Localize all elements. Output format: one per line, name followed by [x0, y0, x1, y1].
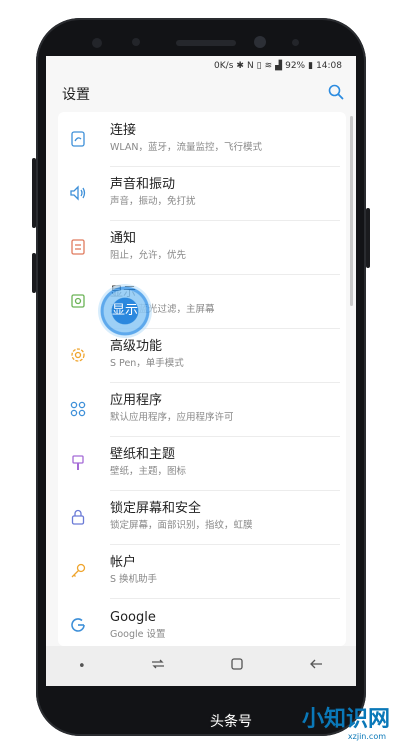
advanced-features-icon [66, 343, 90, 367]
item-title: 壁纸和主题 [110, 447, 176, 462]
iris-sensor [132, 38, 140, 46]
home-icon[interactable] [230, 657, 244, 675]
item-subtitle: 默认应用程序，应用程序许可 [110, 412, 234, 423]
notification-icon [66, 235, 90, 259]
item-subtitle: S Pen，单手模式 [110, 358, 184, 369]
battery-icon: ▮ [308, 61, 314, 71]
back-icon[interactable] [308, 657, 324, 675]
item-title: Google [110, 609, 156, 625]
connections-icon [66, 127, 90, 151]
settings-item-connections[interactable]: 连接 WLAN，蓝牙，流量监控，飞行模式 [58, 112, 346, 167]
watermark-logo-text: 小知识网 [301, 707, 390, 732]
item-subtitle: WLAN，蓝牙，流量监控，飞行模式 [110, 142, 263, 153]
item-title: 应用程序 [110, 393, 163, 408]
earpiece [176, 40, 236, 46]
google-icon [66, 613, 90, 637]
brush-icon [66, 451, 90, 475]
battery-percent: 92% [285, 61, 306, 71]
item-subtitle: 壁纸，主题，图标 [110, 466, 187, 477]
signal-icon: ▟ [275, 61, 283, 71]
nfc-icon: N [246, 61, 254, 71]
settings-item-google[interactable]: Google Google 设置 [58, 598, 346, 646]
volume-button [32, 158, 36, 228]
page-title: 设置 [62, 87, 90, 103]
item-subtitle: 锁定屏幕，面部识别，指纹，虹膜 [110, 520, 253, 531]
settings-item-apps[interactable]: 应用程序 默认应用程序，应用程序许可 [58, 382, 346, 437]
item-title: 连接 [110, 123, 137, 138]
navigation-bar: • [46, 646, 356, 686]
settings-item-notifications[interactable]: 通知 阻止，允许，优先 [58, 220, 346, 275]
status-bar: 0K/s ✱ N ▯ ≋ ▟ 92% ▮ 14:08 [46, 56, 356, 76]
item-subtitle: 声音，振动，免打扰 [110, 196, 196, 207]
settings-item-sound[interactable]: 声音和振动 声音，振动，免打扰 [58, 166, 346, 221]
item-title: 锁定屏幕和安全 [110, 501, 202, 516]
touch-label: 显示 [111, 303, 138, 318]
watermark-url: xzjin.com [347, 732, 386, 741]
settings-item-accounts[interactable]: 帐户 S 换机助手 [58, 544, 346, 599]
item-title: 高级功能 [110, 339, 163, 354]
item-title: 声音和振动 [110, 177, 176, 192]
item-title: 通知 [110, 231, 137, 246]
front-camera [254, 36, 266, 48]
recent-apps-icon[interactable] [150, 657, 166, 675]
watermark-text: 头条号 [210, 714, 252, 730]
item-title: 帐户 [110, 555, 137, 570]
settings-list: 连接 WLAN，蓝牙，流量监控，飞行模式 声音和振动 声音，振动，免打扰 通知 … [58, 112, 346, 646]
item-subtitle: Google 设置 [110, 628, 166, 640]
clock: 14:08 [316, 61, 342, 71]
item-subtitle: S 换机助手 [110, 574, 158, 585]
search-icon[interactable] [328, 84, 344, 104]
watermark: 头条号 小知识网 xzjin.com [210, 701, 390, 741]
bixby-button [32, 253, 36, 293]
network-speed: 0K/s [214, 61, 234, 71]
lock-icon [66, 505, 90, 529]
bluetooth-icon: ✱ [236, 61, 244, 71]
display-icon [66, 289, 90, 313]
scrollbar[interactable] [350, 116, 353, 306]
settings-item-wallpaper[interactable]: 壁纸和主题 壁纸，主题，图标 [58, 436, 346, 491]
vibrate-icon: ▯ [256, 61, 262, 71]
screen: 0K/s ✱ N ▯ ≋ ▟ 92% ▮ 14:08 设置 连接 WLAN，蓝牙… [46, 56, 356, 686]
speaker-icon [66, 181, 90, 205]
power-button [366, 208, 370, 268]
app-bar: 设置 [46, 76, 356, 112]
dot-indicator-icon: • [78, 658, 86, 674]
settings-item-lockscreen[interactable]: 锁定屏幕和安全 锁定屏幕，面部识别，指纹，虹膜 [58, 490, 346, 545]
wifi-icon: ≋ [264, 61, 273, 71]
front-sensor [92, 38, 102, 48]
key-icon [66, 559, 90, 583]
apps-icon [66, 397, 90, 421]
item-subtitle: 阻止，允许，优先 [110, 250, 187, 261]
proximity-sensor [292, 39, 299, 46]
